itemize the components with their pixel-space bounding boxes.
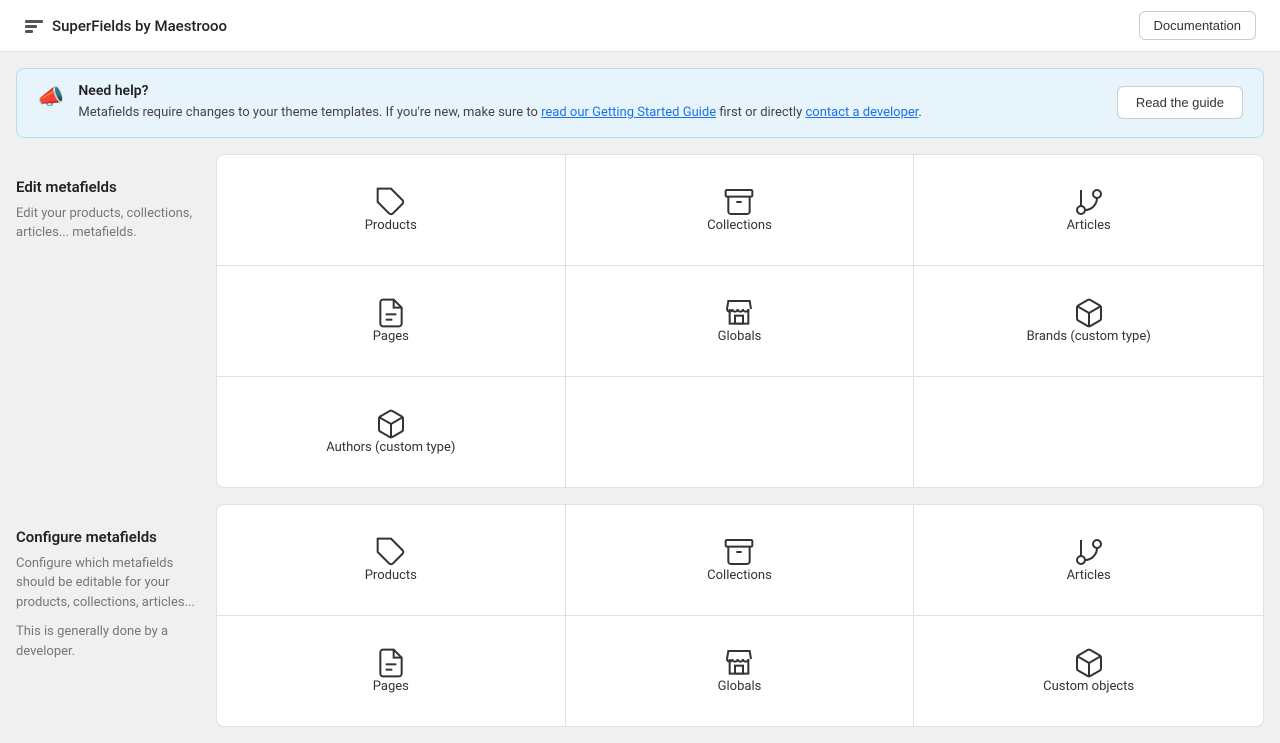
- edit-empty-cell-1: [566, 377, 915, 487]
- fork-icon-config: [1073, 536, 1105, 568]
- edit-products-cell[interactable]: Products: [217, 155, 566, 265]
- edit-authors-cell[interactable]: Authors (custom type): [217, 377, 566, 487]
- edit-globals-cell[interactable]: Globals: [566, 266, 915, 376]
- help-banner-text: Need help? Metafields require changes to…: [78, 83, 921, 123]
- edit-brands-cell[interactable]: Brands (custom type): [914, 266, 1263, 376]
- configure-metafields-grid: Products Collections: [216, 504, 1264, 727]
- document-icon: [375, 297, 407, 329]
- edit-metafields-heading: Edit metafields: [16, 178, 200, 196]
- help-banner-description: Metafields require changes to your theme…: [78, 103, 921, 123]
- configure-globals-label: Globals: [718, 679, 762, 694]
- document-icon-config: [375, 647, 407, 679]
- edit-metafields-label: Edit metafields Edit your products, coll…: [16, 154, 216, 488]
- configure-collections-cell[interactable]: Collections: [566, 505, 915, 615]
- tag-icon-config: [375, 536, 407, 568]
- configure-products-cell[interactable]: Products: [217, 505, 566, 615]
- configure-globals-cell[interactable]: Globals: [566, 616, 915, 726]
- edit-products-label: Products: [365, 218, 417, 233]
- tag-icon: [375, 186, 407, 218]
- edit-collections-label: Collections: [707, 218, 772, 233]
- edit-empty-cell-2: [914, 377, 1263, 487]
- configure-pages-label: Pages: [373, 679, 409, 694]
- configure-grid-row-1: Products Collections: [217, 505, 1263, 616]
- edit-collections-cell[interactable]: Collections: [566, 155, 915, 265]
- edit-pages-cell[interactable]: Pages: [217, 266, 566, 376]
- edit-metafields-grid: Products Collections: [216, 154, 1264, 488]
- configure-articles-cell[interactable]: Articles: [914, 505, 1263, 615]
- box-icon-brands: [1073, 297, 1105, 329]
- configure-metafields-heading: Configure metafields: [16, 528, 200, 546]
- topbar: SuperFields by Maestrooo Documentation: [0, 0, 1280, 52]
- archive-icon: [723, 186, 755, 218]
- edit-grid-row-3: Authors (custom type): [217, 377, 1263, 487]
- edit-metafields-description: Edit your products, collections, article…: [16, 204, 200, 243]
- help-banner-left: 📣 Need help? Metafields require changes …: [37, 83, 922, 123]
- edit-brands-label: Brands (custom type): [1027, 329, 1151, 344]
- configure-metafields-description2: This is generally done by a developer.: [16, 622, 200, 661]
- configure-products-label: Products: [365, 568, 417, 583]
- configure-collections-label: Collections: [707, 568, 772, 583]
- fork-icon: [1073, 186, 1105, 218]
- megaphone-icon: 📣: [37, 85, 64, 110]
- configure-grid-row-2: Pages Globals: [217, 616, 1263, 726]
- edit-metafields-section: Edit metafields Edit your products, coll…: [16, 154, 1264, 488]
- configure-pages-cell[interactable]: Pages: [217, 616, 566, 726]
- configure-metafields-label: Configure metafields Configure which met…: [16, 504, 216, 727]
- configure-custom-objects-cell[interactable]: Custom objects: [914, 616, 1263, 726]
- topbar-left: SuperFields by Maestrooo: [24, 16, 227, 36]
- store-icon: [723, 297, 755, 329]
- configure-metafields-description1: Configure which metafields should be edi…: [16, 554, 200, 613]
- store-icon-config: [723, 647, 755, 679]
- edit-articles-label: Articles: [1067, 218, 1111, 233]
- configure-custom-objects-label: Custom objects: [1043, 679, 1134, 694]
- logo-icon: [24, 16, 44, 36]
- help-banner: 📣 Need help? Metafields require changes …: [16, 68, 1264, 138]
- edit-authors-label: Authors (custom type): [326, 440, 455, 455]
- archive-icon-config: [723, 536, 755, 568]
- getting-started-link[interactable]: read our Getting Started Guide: [541, 105, 716, 120]
- box-icon-authors: [375, 408, 407, 440]
- configure-articles-label: Articles: [1067, 568, 1111, 583]
- edit-articles-cell[interactable]: Articles: [914, 155, 1263, 265]
- help-banner-heading: Need help?: [78, 83, 921, 99]
- edit-globals-label: Globals: [718, 329, 762, 344]
- edit-grid-row-1: Products Collections: [217, 155, 1263, 266]
- configure-metafields-section: Configure metafields Configure which met…: [16, 504, 1264, 727]
- app-title: SuperFields by Maestrooo: [52, 17, 227, 35]
- edit-pages-label: Pages: [373, 329, 409, 344]
- main-content: Edit metafields Edit your products, coll…: [0, 154, 1280, 743]
- contact-developer-link[interactable]: contact a developer: [805, 105, 918, 120]
- edit-grid-row-2: Pages Globals: [217, 266, 1263, 377]
- documentation-button[interactable]: Documentation: [1139, 11, 1256, 40]
- read-guide-button[interactable]: Read the guide: [1117, 86, 1243, 119]
- box-icon-custom: [1073, 647, 1105, 679]
